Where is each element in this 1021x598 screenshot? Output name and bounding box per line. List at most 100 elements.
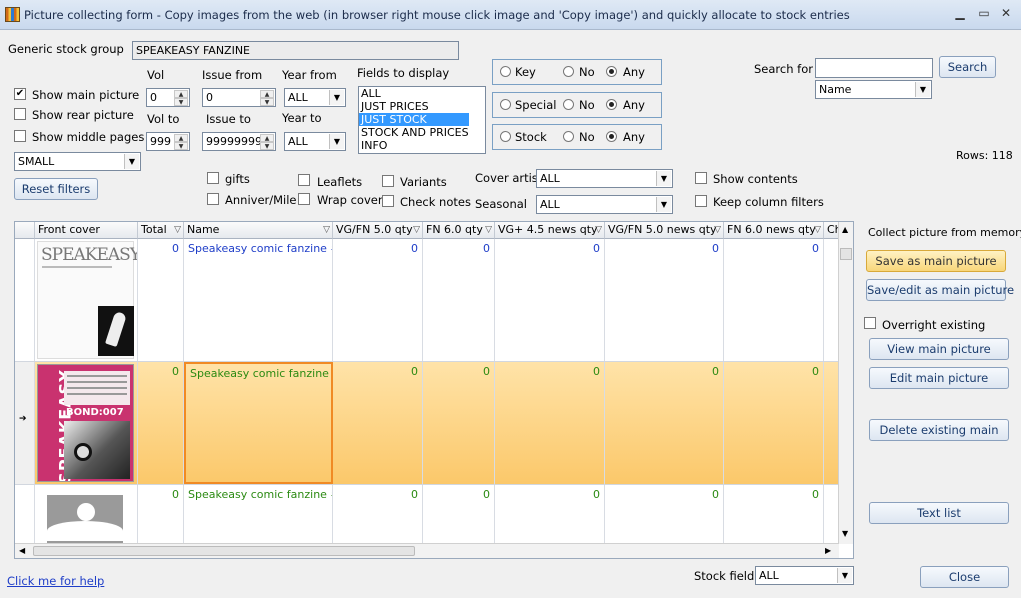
show-contents-checkbox[interactable] — [695, 172, 707, 184]
qty-cell[interactable]: 0 — [333, 239, 423, 361]
scroll-up-icon[interactable]: ▲ — [842, 225, 848, 234]
horizontal-scroll-thumb[interactable] — [33, 546, 415, 556]
header-fn60[interactable]: FN 6.0 qty ▽ — [423, 222, 495, 239]
scroll-left-icon[interactable]: ◀ — [19, 546, 25, 555]
key-any-radio[interactable] — [606, 66, 617, 77]
stock-field-select[interactable]: ALL ▼ — [755, 566, 854, 585]
qty-cell[interactable]: 0 — [724, 362, 824, 484]
front-cover-cell[interactable]: SPEAKEASY — [35, 239, 138, 361]
vertical-scrollbar[interactable]: ▲ ▼ — [838, 222, 853, 544]
wrap-cover-checkbox[interactable] — [298, 193, 310, 205]
total-cell[interactable]: 0 — [138, 362, 184, 484]
filter-icon[interactable]: ▽ — [595, 222, 602, 238]
anniver-checkbox[interactable] — [207, 193, 219, 205]
filter-icon[interactable]: ▽ — [814, 222, 821, 238]
qty-cell[interactable]: 0 — [423, 485, 495, 544]
header-fn60news[interactable]: FN 6.0 news qty ▽ — [724, 222, 824, 239]
qty-cell[interactable]: 0 — [724, 485, 824, 544]
save-edit-main-picture-button[interactable]: Save/edit as main picture — [866, 279, 1014, 301]
front-cover-cell[interactable] — [35, 485, 138, 544]
row-selector[interactable] — [15, 485, 35, 544]
cover-artist-select[interactable]: ALL ▼ — [536, 169, 673, 188]
search-field-select[interactable]: Name ▼ — [815, 80, 932, 99]
header-total[interactable]: Total ▽ — [138, 222, 184, 239]
overright-checkbox[interactable] — [864, 317, 876, 329]
year-from-select[interactable]: ALL ▼ — [284, 88, 346, 107]
filter-icon[interactable]: ▽ — [174, 222, 181, 238]
delete-existing-main-button[interactable]: Delete existing main — [869, 419, 1009, 441]
qty-cell[interactable]: 0 — [423, 239, 495, 361]
stock-grid[interactable]: Front cover Total ▽ Name ▽ VG/FN 5.0 qty ▽ … — [14, 221, 854, 559]
qty-cell[interactable]: 0 — [495, 485, 605, 544]
edit-main-picture-button[interactable]: Edit main picture — [869, 367, 1009, 389]
name-cell[interactable]: Speakeasy comic fanzine #5 — [184, 485, 333, 544]
issue-from-spinner[interactable]: 0 ▲ ▼ — [202, 88, 276, 107]
table-row[interactable]: SPEAKEASY 0 Speakeasy comic fanzine #3 0… — [15, 239, 839, 362]
header-ch[interactable]: Ch — [824, 222, 839, 239]
fields-item[interactable]: STOCK AND PRICES — [359, 126, 485, 139]
search-input[interactable] — [815, 58, 933, 78]
spin-down-icon[interactable]: ▼ — [260, 98, 274, 106]
keep-filters-checkbox[interactable] — [695, 195, 707, 207]
show-main-checkbox[interactable]: ✔ — [14, 88, 26, 100]
stock-any-radio[interactable] — [606, 131, 617, 142]
issue-to-spinner[interactable]: 99999999 ▲ ▼ — [202, 132, 276, 151]
generic-group-field[interactable]: SPEAKEASY FANZINE — [132, 41, 459, 60]
total-cell[interactable]: 0 — [138, 485, 184, 544]
qty-cell[interactable]: 0 — [605, 362, 724, 484]
spin-up-icon[interactable]: ▲ — [174, 134, 188, 142]
picture-size-select[interactable]: SMALL ▼ — [14, 152, 141, 171]
spin-down-icon[interactable]: ▼ — [174, 142, 188, 150]
text-list-button[interactable]: Text list — [869, 502, 1009, 524]
fields-item[interactable]: INFO — [359, 139, 485, 152]
year-to-select[interactable]: ALL ▼ — [284, 132, 346, 151]
header-vgfn50[interactable]: VG/FN 5.0 qty ▽ — [333, 222, 423, 239]
gifts-checkbox[interactable] — [207, 172, 219, 184]
qty-cell[interactable]: 0 — [495, 362, 605, 484]
show-rear-checkbox[interactable] — [14, 108, 26, 120]
filter-icon[interactable]: ▽ — [485, 222, 492, 238]
qty-cell[interactable]: 0 — [333, 362, 423, 484]
fields-item-selected[interactable]: JUST STOCK — [359, 113, 469, 126]
minimize-button[interactable]: ▁ — [951, 6, 969, 20]
scroll-right-icon[interactable]: ▶ — [825, 546, 831, 555]
ch-cell[interactable] — [824, 362, 839, 484]
filter-icon[interactable]: ▽ — [413, 222, 420, 238]
spin-down-icon[interactable]: ▼ — [174, 98, 188, 106]
ch-cell[interactable] — [824, 485, 839, 544]
vol-from-spinner[interactable]: 0 ▲ ▼ — [146, 88, 190, 107]
variants-checkbox[interactable] — [382, 175, 394, 187]
horizontal-scrollbar[interactable]: ◀ ▶ — [15, 543, 839, 558]
name-cell[interactable]: Speakeasy comic fanzine #3 — [184, 239, 333, 361]
qty-cell[interactable]: 0 — [605, 485, 724, 544]
qty-cell[interactable]: 0 — [423, 362, 495, 484]
table-row[interactable]: 0 Speakeasy comic fanzine #5 0 0 0 0 0 — [15, 485, 839, 545]
special-no-radio[interactable] — [563, 99, 574, 110]
search-button[interactable]: Search — [939, 56, 996, 78]
spin-up-icon[interactable]: ▲ — [260, 90, 274, 98]
header-name[interactable]: Name ▽ — [184, 222, 333, 239]
header-vg45news[interactable]: VG+ 4.5 news qty ▽ — [495, 222, 605, 239]
vol-to-spinner[interactable]: 999 ▲ ▼ — [146, 132, 190, 151]
leaflets-checkbox[interactable] — [298, 174, 310, 186]
qty-cell[interactable]: 0 — [495, 239, 605, 361]
key-yes-radio[interactable] — [500, 66, 511, 77]
special-yes-radio[interactable] — [500, 99, 511, 110]
special-any-radio[interactable] — [606, 99, 617, 110]
ch-cell[interactable] — [824, 239, 839, 361]
seasonal-select[interactable]: ALL ▼ — [536, 195, 673, 214]
reset-filters-button[interactable]: Reset filters — [14, 178, 98, 200]
fields-listbox[interactable]: ALL JUST PRICES JUST STOCK STOCK AND PRI… — [358, 86, 486, 154]
qty-cell[interactable]: 0 — [333, 485, 423, 544]
total-cell[interactable]: 0 — [138, 239, 184, 361]
spin-down-icon[interactable]: ▼ — [260, 142, 274, 150]
check-notes-checkbox[interactable] — [382, 195, 394, 207]
help-link[interactable]: Click me for help — [7, 574, 104, 588]
front-cover-cell[interactable]: SPEAKEASY BOND:007 — [35, 362, 138, 484]
table-row-selected[interactable]: ➔ SPEAKEASY BOND:007 0 Speakeasy comic f… — [15, 362, 839, 485]
header-vgfn50news[interactable]: VG/FN 5.0 news qty ▽ — [605, 222, 724, 239]
qty-cell[interactable]: 0 — [724, 239, 824, 361]
close-button[interactable]: Close — [920, 566, 1009, 588]
close-window-button[interactable]: ✕ — [997, 6, 1015, 20]
current-row-arrow-icon[interactable]: ➔ — [15, 362, 35, 484]
